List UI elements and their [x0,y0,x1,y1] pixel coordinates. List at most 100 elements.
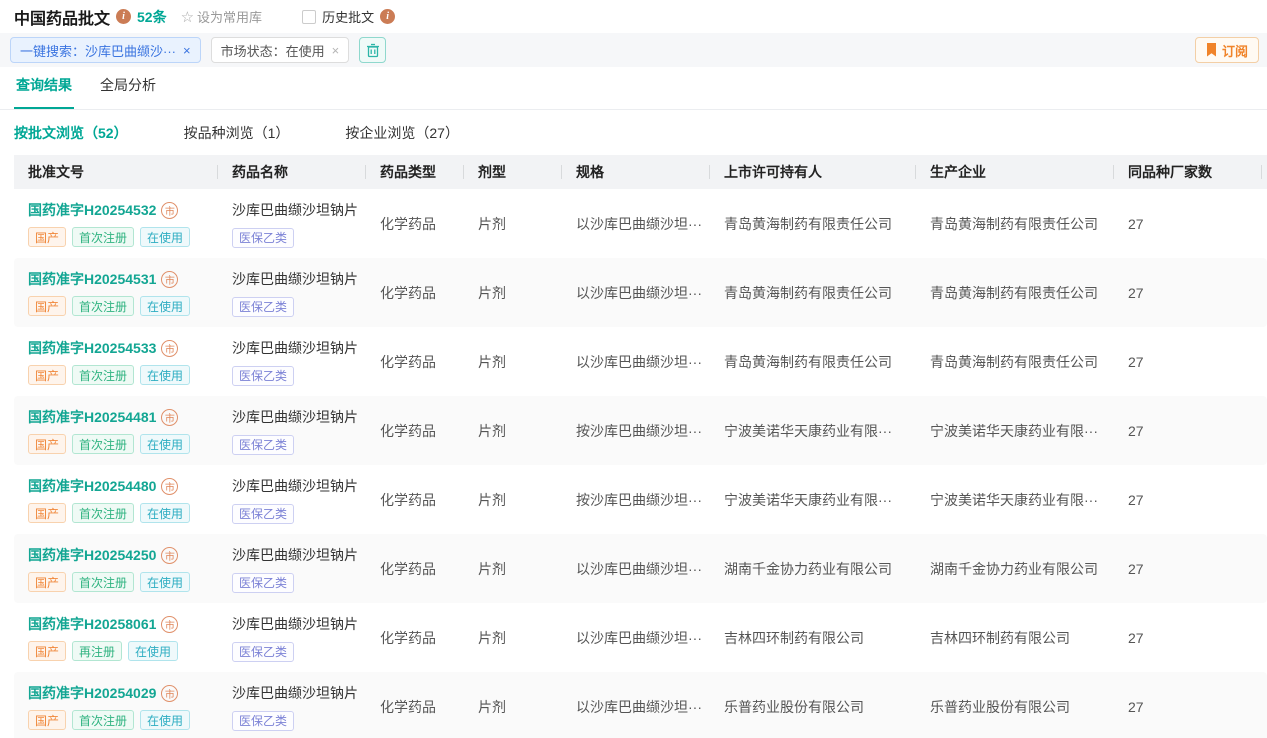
col-approval-number: 批准文号 [14,155,218,189]
col-spec: 规格 [562,155,710,189]
drug-name-cell: 沙库巴曲缬沙坦钠片 医保乙类 [218,603,366,672]
manufacturer-cell: 青岛黄海制药有限责任公司 [916,189,1114,258]
close-icon[interactable]: × [332,43,340,58]
market-icon[interactable]: 市 [161,547,178,564]
dosage-form-cell: 片剂 [464,396,562,465]
same-variety-count-cell: 27 [1114,327,1262,396]
status-tag: 首次注册 [72,365,134,385]
approval-number-link[interactable]: 国药准字H20258061 [28,614,156,634]
status-tag: 国产 [28,572,66,592]
status-tags: 国产再注册在使用 [28,641,218,661]
status-tags: 国产首次注册在使用 [28,572,218,592]
table-row: 国药准字H20258061 市 国产再注册在使用 沙库巴曲缬沙坦钠片 医保乙类 … [14,603,1267,672]
status-tags: 国产首次注册在使用 [28,296,218,316]
dosage-form-cell: 片剂 [464,465,562,534]
manufacturer-cell: 吉林四环制药有限公司 [916,603,1114,672]
market-icon[interactable]: 市 [161,340,178,357]
drug-name-cell: 沙库巴曲缬沙坦钠片 医保乙类 [218,327,366,396]
status-tag: 国产 [28,365,66,385]
manufacturer-cell: 湖南千金协力药业有限公司 [916,534,1114,603]
result-count: 52条 [137,7,167,27]
row-spacer [1262,189,1267,258]
history-checkbox[interactable] [302,10,316,24]
status-tag: 在使用 [140,434,190,454]
status-tag: 国产 [28,641,66,661]
filter-tag-market-status[interactable]: 市场状态：在使用 × [211,37,350,63]
drug-name: 沙库巴曲缬沙坦钠片 [232,338,366,358]
manufacturer-cell: 青岛黄海制药有限责任公司 [916,327,1114,396]
insurance-tag: 医保乙类 [232,504,294,524]
market-icon[interactable]: 市 [161,478,178,495]
manufacturer-cell: 乐普药业股份有限公司 [916,672,1114,738]
col-dosage-form: 剂型 [464,155,562,189]
info-icon[interactable]: i [116,9,131,24]
same-variety-count-cell: 27 [1114,603,1262,672]
approval-number-link[interactable]: 国药准字H20254531 [28,269,156,289]
market-icon[interactable]: 市 [161,409,178,426]
col-holder: 上市许可持有人 [710,155,916,189]
subtab-by-enterprise[interactable]: 按企业浏览（27） [345,123,459,143]
clear-filters-button[interactable] [359,37,386,63]
table-body: 国药准字H20254532 市 国产首次注册在使用 沙库巴曲缬沙坦钠片 医保乙类… [14,189,1267,738]
same-variety-count-cell: 27 [1114,465,1262,534]
status-tag: 国产 [28,296,66,316]
status-tag: 首次注册 [72,710,134,730]
approval-number-link[interactable]: 国药准字H20254250 [28,545,156,565]
insurance-tag: 医保乙类 [232,711,294,731]
filter-tag-search[interactable]: 一键搜索：沙库巴曲缬沙··· × [10,37,201,63]
tab-global-analysis[interactable]: 全局分析 [98,75,158,109]
title-bar: 中国药品批文 i 52条 ☆ 设为常用库 历史批文 i [0,0,1267,33]
market-icon[interactable]: 市 [161,202,178,219]
approval-cell: 国药准字H20258061 市 国产再注册在使用 [14,603,218,672]
drug-type-cell: 化学药品 [366,396,464,465]
spec-cell: 按沙库巴曲缬沙坦··· [562,396,710,465]
set-favorite-button[interactable]: ☆ 设为常用库 [181,7,262,26]
approval-number-link[interactable]: 国药准字H20254029 [28,683,156,703]
insurance-tag: 医保乙类 [232,228,294,248]
market-icon[interactable]: 市 [161,685,178,702]
results-table: 批准文号 药品名称 药品类型 剂型 规格 上市许可持有人 生产企业 同品种厂家数… [14,155,1267,738]
drug-name-cell: 沙库巴曲缬沙坦钠片 医保乙类 [218,258,366,327]
status-tag: 首次注册 [72,503,134,523]
tab-query-results[interactable]: 查询结果 [14,75,74,109]
approval-number-link[interactable]: 国药准字H20254533 [28,338,156,358]
status-tag: 首次注册 [72,296,134,316]
approval-cell: 国药准字H20254480 市 国产首次注册在使用 [14,465,218,534]
table-row: 国药准字H20254029 市 国产首次注册在使用 沙库巴曲缬沙坦钠片 医保乙类… [14,672,1267,738]
status-tags: 国产首次注册在使用 [28,365,218,385]
status-tag: 在使用 [140,572,190,592]
spec-cell: 以沙库巴曲缬沙坦··· [562,327,710,396]
drug-type-cell: 化学药品 [366,189,464,258]
approval-number-link[interactable]: 国药准字H20254532 [28,200,156,220]
info-icon[interactable]: i [380,9,395,24]
manufacturer-cell: 青岛黄海制药有限责任公司 [916,258,1114,327]
drug-name-cell: 沙库巴曲缬沙坦钠片 医保乙类 [218,534,366,603]
status-tag: 在使用 [140,710,190,730]
market-icon[interactable]: 市 [161,271,178,288]
table-row: 国药准字H20254531 市 国产首次注册在使用 沙库巴曲缬沙坦钠片 医保乙类… [14,258,1267,327]
same-variety-count-cell: 27 [1114,258,1262,327]
col-drug-name: 药品名称 [218,155,366,189]
row-spacer [1262,327,1267,396]
drug-name: 沙库巴曲缬沙坦钠片 [232,476,366,496]
holder-cell: 宁波美诺华天康药业有限··· [710,396,916,465]
insurance-tag: 医保乙类 [232,297,294,317]
approval-number-link[interactable]: 国药准字H20254481 [28,407,156,427]
close-icon[interactable]: × [183,43,191,58]
holder-cell: 宁波美诺华天康药业有限··· [710,465,916,534]
market-icon[interactable]: 市 [161,616,178,633]
subtab-by-approval[interactable]: 按批文浏览（52） [14,123,128,143]
subtab-by-variety[interactable]: 按品种浏览（1） [184,123,290,143]
approval-cell: 国药准字H20254533 市 国产首次注册在使用 [14,327,218,396]
approval-number-link[interactable]: 国药准字H20254480 [28,476,156,496]
main-tabs: 查询结果 全局分析 [0,67,1267,110]
history-label: 历史批文 [322,7,374,26]
same-variety-count-cell: 27 [1114,672,1262,738]
status-tag: 再注册 [72,641,122,661]
dosage-form-cell: 片剂 [464,672,562,738]
status-tags: 国产首次注册在使用 [28,503,218,523]
status-tag: 国产 [28,227,66,247]
col-same-variety-count: 同品种厂家数 [1114,155,1262,189]
drug-type-cell: 化学药品 [366,258,464,327]
subscribe-button[interactable]: 订阅 [1195,37,1259,63]
